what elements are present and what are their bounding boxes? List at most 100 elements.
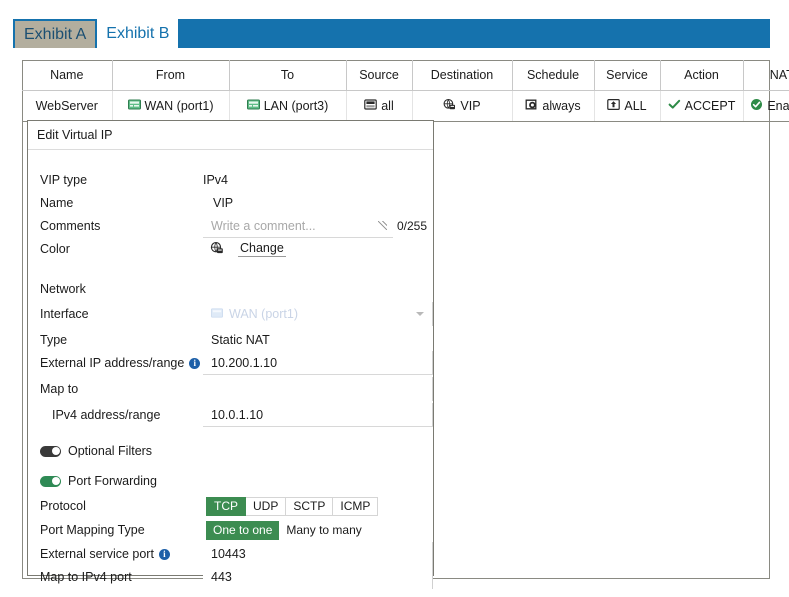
port-mapping-label: Port Mapping Type	[28, 523, 203, 537]
comments-char-counter: 0/255	[393, 219, 433, 233]
comments-label: Comments	[28, 219, 203, 233]
vip-icon	[443, 98, 456, 114]
vip-type-label: VIP type	[28, 173, 203, 187]
cell-from: WAN (port1)	[112, 91, 229, 122]
field-row-ipv4-range: IPv4 address/range 10.0.1.10	[28, 402, 433, 428]
tab-exhibit-b-label: Exhibit B	[106, 25, 169, 42]
protocol-option-sctp[interactable]: SCTP	[286, 497, 333, 516]
map-to-ipv4-port-input[interactable]: 443	[203, 565, 433, 589]
cell-destination: VIP	[412, 91, 512, 122]
resize-grip-icon[interactable]	[378, 221, 387, 230]
field-row-map-to-ipv4-port: Map to IPv4 port 443	[28, 564, 433, 590]
port-forwarding-toggle[interactable]	[40, 476, 61, 487]
optional-filters-label: Optional Filters	[68, 444, 152, 458]
column-header-to: To	[229, 60, 346, 91]
map-to-label: Map to	[28, 382, 203, 396]
type-label: Type	[28, 333, 203, 347]
type-value: Static NAT	[203, 333, 433, 347]
field-row-protocol: Protocol TCP UDP SCTP ICMP	[28, 493, 433, 519]
external-service-port-label-wrap: External service port i	[28, 547, 203, 561]
ipv4-range-input[interactable]: 10.0.1.10	[203, 403, 433, 427]
cell-source: all	[346, 91, 412, 122]
field-row-external-ip: External IP address/range i 10.200.1.10	[28, 350, 433, 376]
table-header-row: Name From To Source Destination Schedule…	[22, 60, 789, 91]
field-row-port-mapping-type: Port Mapping Type One to one Many to man…	[28, 517, 433, 543]
external-ip-input[interactable]: 10.200.1.10	[203, 351, 433, 375]
screenshot-root: Exhibit A Exhibit B Name From To Source …	[0, 0, 789, 597]
protocol-segmented-control: TCP UDP SCTP ICMP	[206, 497, 378, 516]
column-header-destination: Destination	[412, 60, 512, 91]
port-mapping-option-many-to-many[interactable]: Many to many	[279, 521, 368, 540]
interface-icon	[247, 98, 260, 114]
comments-placeholder-text: Write a comment...	[211, 219, 316, 233]
external-ip-label-wrap: External IP address/range i	[28, 356, 203, 370]
column-header-name: Name	[22, 60, 112, 91]
external-service-port-input[interactable]: 10443	[203, 542, 433, 566]
ipv4-range-value: 10.0.1.10	[211, 408, 263, 422]
policy-destination-text: VIP	[460, 99, 480, 113]
policy-source-text: all	[381, 99, 394, 113]
optional-filters-toggle[interactable]	[40, 446, 61, 457]
interface-icon	[211, 307, 223, 322]
cell-to: LAN (port3)	[229, 91, 346, 122]
policy-schedule-text: always	[542, 99, 580, 113]
field-row-port-forwarding: Port Forwarding	[28, 468, 433, 494]
external-service-port-label: External service port	[40, 547, 154, 561]
column-header-source: Source	[346, 60, 412, 91]
external-service-port-value: 10443	[211, 547, 246, 561]
vip-type-value: IPv4	[203, 173, 433, 187]
policy-service-text: ALL	[624, 99, 646, 113]
map-to-ipv4-port-label: Map to IPv4 port	[28, 570, 203, 584]
map-to-ipv4-port-value: 443	[211, 570, 232, 584]
color-label: Color	[28, 242, 203, 256]
column-header-action: Action	[660, 60, 743, 91]
external-ip-label: External IP address/range	[40, 356, 184, 370]
field-row-interface: Interface WAN (port1)	[28, 301, 433, 327]
policy-nat-text: Enabled	[767, 99, 789, 113]
policy-from-text: WAN (port1)	[145, 99, 214, 113]
policy-action-text: ACCEPT	[685, 99, 736, 113]
name-label: Name	[28, 196, 203, 210]
tab-exhibit-b[interactable]: Exhibit B	[97, 19, 178, 48]
protocol-label: Protocol	[28, 499, 203, 513]
cell-action: ACCEPT	[660, 91, 743, 122]
info-icon[interactable]: i	[189, 358, 200, 369]
field-row-map-to: Map to	[28, 376, 433, 402]
map-to-spacer	[203, 377, 433, 401]
comments-input[interactable]: Write a comment...	[203, 214, 393, 238]
protocol-option-udp[interactable]: UDP	[246, 497, 286, 516]
table-row[interactable]: WebServer WAN (port1) LAN	[22, 91, 789, 122]
network-section-label: Network	[28, 282, 86, 296]
port-forwarding-label: Port Forwarding	[68, 474, 157, 488]
column-header-schedule: Schedule	[512, 60, 594, 91]
column-header-from: From	[112, 60, 229, 91]
firewall-policy-table: Name From To Source Destination Schedule…	[22, 60, 789, 122]
optional-filters-toggle-row[interactable]: Optional Filters	[28, 444, 152, 458]
cell-name: WebServer	[22, 91, 112, 122]
policy-to-text: LAN (port3)	[264, 99, 329, 113]
color-palette-icon	[210, 241, 224, 258]
port-forwarding-toggle-row[interactable]: Port Forwarding	[28, 474, 157, 488]
interface-dropdown[interactable]: WAN (port1)	[203, 302, 433, 326]
name-value[interactable]: VIP	[203, 196, 433, 210]
service-icon	[607, 98, 620, 114]
column-header-service: Service	[594, 60, 660, 91]
interface-value: WAN (port1)	[229, 307, 298, 321]
interface-label: Interface	[28, 307, 203, 321]
port-mapping-option-one-to-one[interactable]: One to one	[206, 521, 279, 540]
interface-icon	[128, 98, 141, 114]
edit-virtual-ip-panel: Edit Virtual IP VIP type IPv4 Name VIP C…	[27, 120, 434, 576]
change-color-button[interactable]: Change	[238, 241, 286, 257]
panel-title: Edit Virtual IP	[28, 121, 433, 150]
tab-exhibit-a[interactable]: Exhibit A	[15, 21, 95, 48]
info-icon[interactable]: i	[159, 549, 170, 560]
protocol-option-icmp[interactable]: ICMP	[333, 497, 378, 516]
policy-name-text: WebServer	[36, 99, 98, 113]
check-icon	[668, 98, 681, 114]
cell-nat: Enabled	[743, 91, 789, 122]
ipv4-range-label: IPv4 address/range	[28, 408, 203, 422]
chevron-down-icon[interactable]	[416, 312, 424, 316]
exhibit-tab-bar: Exhibit A Exhibit B	[13, 19, 770, 48]
schedule-clock-icon	[525, 98, 538, 114]
protocol-option-tcp[interactable]: TCP	[206, 497, 246, 516]
